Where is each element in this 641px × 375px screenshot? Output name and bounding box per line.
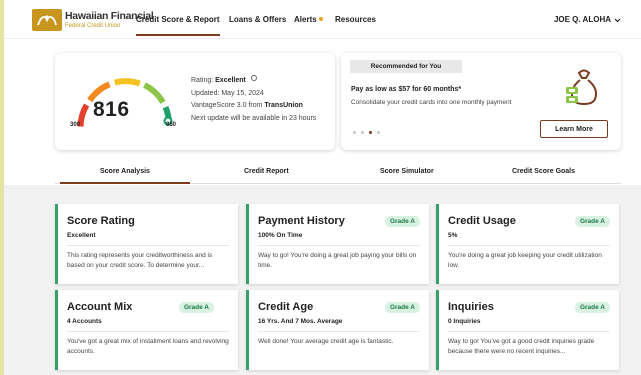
- recommended-tag: Recommended for You: [350, 60, 462, 73]
- card-description: You've got a great mix of installment lo…: [67, 338, 229, 355]
- learn-more-button[interactable]: Learn More: [540, 120, 608, 138]
- offer-description: Consolidate your credit cards into one m…: [351, 99, 512, 106]
- gauge-segment-verygood: [143, 82, 166, 105]
- score-model: VantageScore 3.0 from: [191, 102, 263, 109]
- score-details: Rating: Excellent Updated: May 15, 2024 …: [191, 75, 316, 125]
- grade-badge: Grade A: [178, 302, 214, 313]
- user-name: JOE Q. ALOHA: [553, 15, 611, 24]
- score-rating-card[interactable]: Score Rating Excellent This rating repre…: [55, 204, 238, 284]
- credit-usage-card[interactable]: Credit Usage Grade A 5% You're doing a g…: [436, 204, 619, 284]
- gauge-segment-poor: [77, 103, 90, 127]
- card-divider: [448, 331, 610, 332]
- credit-score-value: 816: [93, 98, 130, 121]
- rating-value: Excellent: [215, 77, 246, 84]
- card-value: 4 Accounts: [67, 318, 102, 325]
- card-value: 16 Yrs. And 7 Mos. Average: [258, 318, 343, 325]
- nav-alerts-label: Alerts: [294, 15, 317, 24]
- grade-badge: Grade A: [574, 216, 610, 227]
- grade-badge: Grade A: [574, 302, 610, 313]
- money-bag-icon: [566, 69, 598, 106]
- carousel-indicator: [353, 131, 380, 134]
- card-divider: [67, 331, 229, 332]
- updated-date: Updated: May 15, 2024: [191, 89, 264, 97]
- alert-dot-icon: [318, 17, 323, 21]
- payment-history-card[interactable]: Payment History Grade A 100% On Time Way…: [246, 204, 429, 284]
- gauge-min-label: 300: [70, 122, 81, 128]
- tab-credit-score-goals[interactable]: Credit Score Goals: [512, 168, 575, 175]
- nav-alerts[interactable]: Alerts: [294, 15, 323, 24]
- gauge-max-label: 850: [166, 122, 177, 128]
- offer-headline: Pay as low as $57 for 60 months*: [351, 86, 462, 93]
- card-description: You're doing a great job keeping your cr…: [448, 252, 602, 269]
- carousel-dot[interactable]: [377, 131, 380, 134]
- tab-score-simulator[interactable]: Score Simulator: [380, 168, 434, 175]
- card-title: Inquiries: [448, 301, 494, 313]
- bureau-name: TransUnion: [264, 102, 303, 109]
- card-title: Credit Usage: [448, 215, 516, 227]
- card-title: Credit Age: [258, 301, 314, 313]
- card-divider: [258, 331, 420, 332]
- nav-resources[interactable]: Resources: [335, 15, 376, 24]
- card-value: 100% On Time: [258, 232, 303, 239]
- credit-age-card[interactable]: Credit Age Grade A 16 Yrs. And 7 Mos. Av…: [246, 290, 429, 370]
- inquiries-card[interactable]: Inquiries Grade A 0 Inquiries Way to go!…: [436, 290, 619, 370]
- nav-loans-offers[interactable]: Loans & Offers: [229, 15, 286, 24]
- info-icon[interactable]: [250, 75, 257, 81]
- rating-label: Rating:: [191, 77, 214, 84]
- card-divider: [258, 245, 420, 246]
- top-navigation: Hawaiian Financial Federal Credit Union …: [4, 0, 641, 39]
- card-title: Account Mix: [67, 301, 133, 313]
- tab-credit-report[interactable]: Credit Report: [244, 168, 289, 175]
- card-title: Payment History: [258, 215, 345, 227]
- card-value: 0 Inquiries: [448, 318, 481, 325]
- account-mix-card[interactable]: Account Mix Grade A 4 Accounts You've go…: [55, 290, 238, 370]
- card-value: Excellent: [67, 232, 96, 239]
- grade-badge: Grade A: [384, 302, 420, 313]
- credit-dashboard: Hawaiian Financial Federal Credit Union …: [4, 0, 641, 375]
- carousel-dot-active[interactable]: [369, 131, 372, 134]
- card-divider: [448, 245, 610, 246]
- carousel-dot[interactable]: [361, 131, 364, 134]
- recommendation-card: Recommended for You Pay as low as $57 fo…: [341, 53, 621, 150]
- nav-credit-score-report[interactable]: Credit Score & Report: [136, 15, 220, 36]
- tab-score-analysis[interactable]: Score Analysis: [60, 168, 190, 184]
- user-menu[interactable]: JOE Q. ALOHA: [554, 15, 621, 24]
- grade-badge: Grade A: [384, 216, 420, 227]
- gauge-segment-good: [114, 78, 141, 87]
- card-description: Way to go! You've got a good credit inqu…: [448, 338, 595, 355]
- card-description: Way to go! You're doing a great job payi…: [258, 252, 417, 269]
- logo-mark-icon: [32, 9, 62, 31]
- carousel-dot[interactable]: [353, 131, 356, 134]
- card-title: Score Rating: [67, 215, 135, 227]
- chevron-down-icon: [614, 18, 621, 23]
- card-value: 5%: [448, 232, 458, 239]
- credit-score-card: 816 300 850 Rating: Excellent Updated: M…: [55, 53, 335, 150]
- score-tabs: Score Analysis Credit Report Score Simul…: [55, 164, 621, 184]
- next-update-note: Next update will be available in 23 hour…: [191, 114, 317, 122]
- card-divider: [67, 245, 229, 246]
- card-description: This rating represents your creditworthi…: [67, 252, 213, 269]
- card-description: Well done! Your average credit age is fa…: [258, 338, 394, 345]
